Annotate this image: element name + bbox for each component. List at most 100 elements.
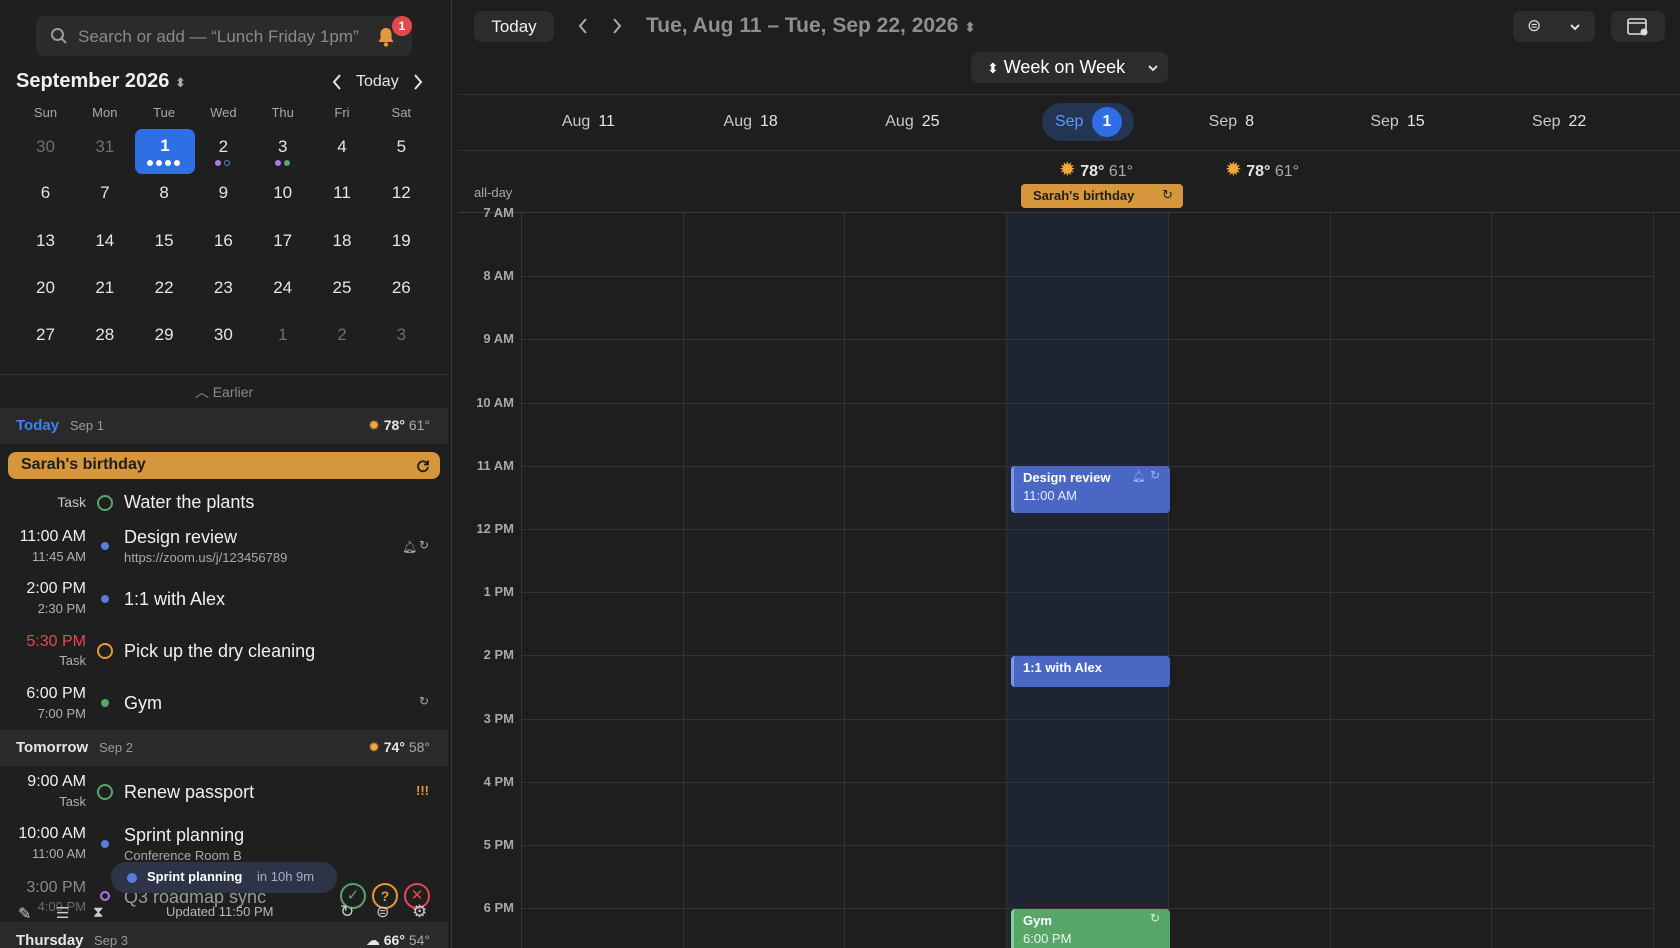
event-1on1-alex[interactable]: 1:1 with Alex bbox=[1011, 656, 1170, 687]
mini-day-cell[interactable]: 22 bbox=[135, 265, 194, 311]
sidebar: Search or add — “Lunch Friday 1pm” 1 Sep… bbox=[0, 0, 452, 948]
prev-month-icon[interactable] bbox=[331, 73, 343, 91]
column-line bbox=[682, 213, 684, 948]
search-input[interactable]: Search or add — “Lunch Friday 1pm” bbox=[78, 27, 359, 47]
bottom-toolbar: ✎ ☰ ⧗ Updated 11:50 PM ↻ ⊜ ⚙ bbox=[0, 902, 448, 924]
divider bbox=[458, 150, 1680, 151]
mini-day-cell[interactable]: 18 bbox=[313, 218, 372, 264]
mini-day-cell[interactable]: 26 bbox=[372, 265, 431, 311]
mini-day-cell[interactable]: 2 bbox=[313, 312, 372, 358]
next-icon[interactable] bbox=[611, 17, 623, 35]
calendar-dot bbox=[101, 595, 109, 603]
mini-day-cell[interactable]: 1 bbox=[135, 129, 195, 174]
mini-day-cell[interactable]: 14 bbox=[75, 218, 134, 264]
mini-day-cell[interactable]: 4 bbox=[313, 124, 372, 170]
mini-today-button[interactable]: Today bbox=[356, 73, 399, 91]
next-month-icon[interactable] bbox=[412, 73, 424, 91]
mini-day-cell[interactable]: 30 bbox=[194, 312, 253, 358]
month-title[interactable]: September 2026 ⬍ bbox=[16, 70, 186, 93]
mini-day-cell[interactable]: 9 bbox=[194, 170, 253, 216]
divider bbox=[0, 374, 448, 375]
filter-menu-button[interactable]: ⊜ bbox=[1513, 11, 1595, 42]
column-header[interactable]: Sep 22 bbox=[1532, 113, 1586, 131]
column-header[interactable]: Aug 25 bbox=[885, 113, 939, 131]
column-header[interactable]: Aug 18 bbox=[724, 113, 778, 131]
search-box[interactable]: Search or add — “Lunch Friday 1pm” bbox=[36, 16, 412, 56]
weather-thursday: ☁ 66° 54° bbox=[365, 932, 430, 948]
hourglass-icon[interactable]: ⧗ bbox=[93, 904, 104, 921]
mini-day-cell[interactable]: 19 bbox=[372, 218, 431, 264]
mini-day-cell[interactable]: 31 bbox=[75, 124, 134, 170]
mini-day-cell[interactable]: 15 bbox=[135, 218, 194, 264]
mini-day-cell[interactable]: 23 bbox=[194, 265, 253, 311]
mini-day-cell[interactable]: 17 bbox=[253, 218, 312, 264]
mini-day-cell[interactable]: 20 bbox=[16, 265, 75, 311]
meeting-link[interactable]: https://zoom.us/j/123456789 bbox=[124, 550, 287, 565]
repeat-icon: ↻ bbox=[1149, 468, 1160, 482]
mini-day-cell[interactable]: 8 bbox=[135, 170, 194, 216]
notification-badge: 1 bbox=[392, 16, 412, 36]
mini-day-cell[interactable]: 12 bbox=[372, 170, 431, 216]
item-gym[interactable]: Gym bbox=[124, 693, 162, 714]
mini-day-cell[interactable]: 6 bbox=[16, 170, 75, 216]
mini-day-cell[interactable]: 29 bbox=[135, 312, 194, 358]
task-list-icon[interactable]: ☰ bbox=[56, 904, 69, 922]
item-sprint-planning[interactable]: Sprint planning bbox=[124, 825, 244, 846]
mini-day-cell[interactable]: 30 bbox=[16, 124, 75, 170]
item-renew-passport[interactable]: Renew passport bbox=[124, 782, 254, 803]
day-header-thursday: Thursday Sep 3 ☁ 66° 54° bbox=[0, 922, 448, 948]
previous-icon[interactable] bbox=[577, 17, 589, 35]
date-range-title[interactable]: Tue, Aug 11 – Tue, Sep 22, 2026 ⬍ bbox=[646, 14, 976, 38]
mini-day-cell[interactable]: 1 bbox=[253, 312, 312, 358]
birthday-banner[interactable]: Sarah's birthday bbox=[8, 452, 440, 479]
view-mode-selector[interactable]: ⬍ Week on Week bbox=[971, 52, 1168, 83]
day-header-tomorrow: Tomorrow Sep 2 ✹ 74° 58° bbox=[0, 730, 448, 766]
weather-today: ✹ 78° 61° bbox=[368, 417, 430, 433]
hour-line bbox=[521, 339, 1653, 341]
mini-day-cell[interactable]: 28 bbox=[75, 312, 134, 358]
mini-day-cell[interactable]: 3 bbox=[372, 312, 431, 358]
column-header-today[interactable]: Sep 1 bbox=[1041, 103, 1134, 141]
item-design-review[interactable]: Design review bbox=[124, 527, 237, 548]
mini-day-cell[interactable]: 24 bbox=[253, 265, 312, 311]
calendar-view-button[interactable] bbox=[1611, 11, 1665, 42]
weekday-label: Sat bbox=[391, 105, 412, 120]
today-button[interactable]: Today bbox=[474, 11, 554, 42]
repeat-icon: ↻ bbox=[1149, 911, 1160, 925]
item-water-plants[interactable]: Water the plants bbox=[124, 492, 254, 513]
compose-icon[interactable]: ✎ bbox=[18, 904, 31, 924]
column-line bbox=[1006, 213, 1008, 948]
hour-label: 8 AM bbox=[483, 268, 514, 284]
mini-day-cell[interactable]: 10 bbox=[253, 170, 312, 216]
task-checkbox[interactable] bbox=[97, 495, 113, 511]
event-design-review[interactable]: Design review 11:00 AM 🔔︎ ↻ bbox=[1011, 466, 1170, 513]
sun-icon: ✹ bbox=[1225, 159, 1242, 181]
item-dry-cleaning[interactable]: Pick up the dry cleaning bbox=[124, 641, 315, 662]
upcoming-toast[interactable]: Sprint planning in 10h 9m bbox=[111, 862, 337, 893]
mini-day-cell[interactable]: 25 bbox=[313, 265, 372, 311]
chevron-down-icon bbox=[1148, 65, 1158, 72]
mini-day-cell[interactable]: 21 bbox=[75, 265, 134, 311]
column-header[interactable]: Sep 8 bbox=[1209, 113, 1254, 131]
filter-icon[interactable]: ⊜ bbox=[376, 902, 389, 922]
task-checkbox[interactable] bbox=[97, 784, 113, 800]
column-header[interactable]: Aug 11 bbox=[562, 113, 615, 131]
column-header[interactable]: Sep 15 bbox=[1370, 113, 1424, 131]
refresh-icon[interactable]: ↻ bbox=[340, 902, 354, 922]
task-checkbox[interactable] bbox=[97, 643, 113, 659]
mini-day-cell[interactable]: 7 bbox=[75, 170, 134, 216]
mini-day-cell[interactable]: 16 bbox=[194, 218, 253, 264]
item-1on1-alex[interactable]: 1:1 with Alex bbox=[124, 589, 225, 610]
stepper-icon: ⬍ bbox=[174, 75, 186, 90]
hour-line bbox=[521, 781, 1653, 783]
gear-icon[interactable]: ⚙ bbox=[412, 902, 427, 922]
event-dots bbox=[215, 160, 230, 166]
mini-day-cell[interactable]: 11 bbox=[313, 170, 372, 216]
earlier-button[interactable]: ︿ Earlier bbox=[0, 382, 448, 402]
mini-day-cell[interactable]: 27 bbox=[16, 312, 75, 358]
sun-cloud-icon: ✹ bbox=[368, 739, 380, 755]
all-day-birthday-event[interactable]: Sarah's birthday ↻ bbox=[1021, 184, 1183, 208]
event-gym[interactable]: Gym 6:00 PM ↻ bbox=[1011, 909, 1170, 948]
mini-day-cell[interactable]: 13 bbox=[16, 218, 75, 264]
mini-day-cell[interactable]: 5 bbox=[372, 124, 431, 170]
